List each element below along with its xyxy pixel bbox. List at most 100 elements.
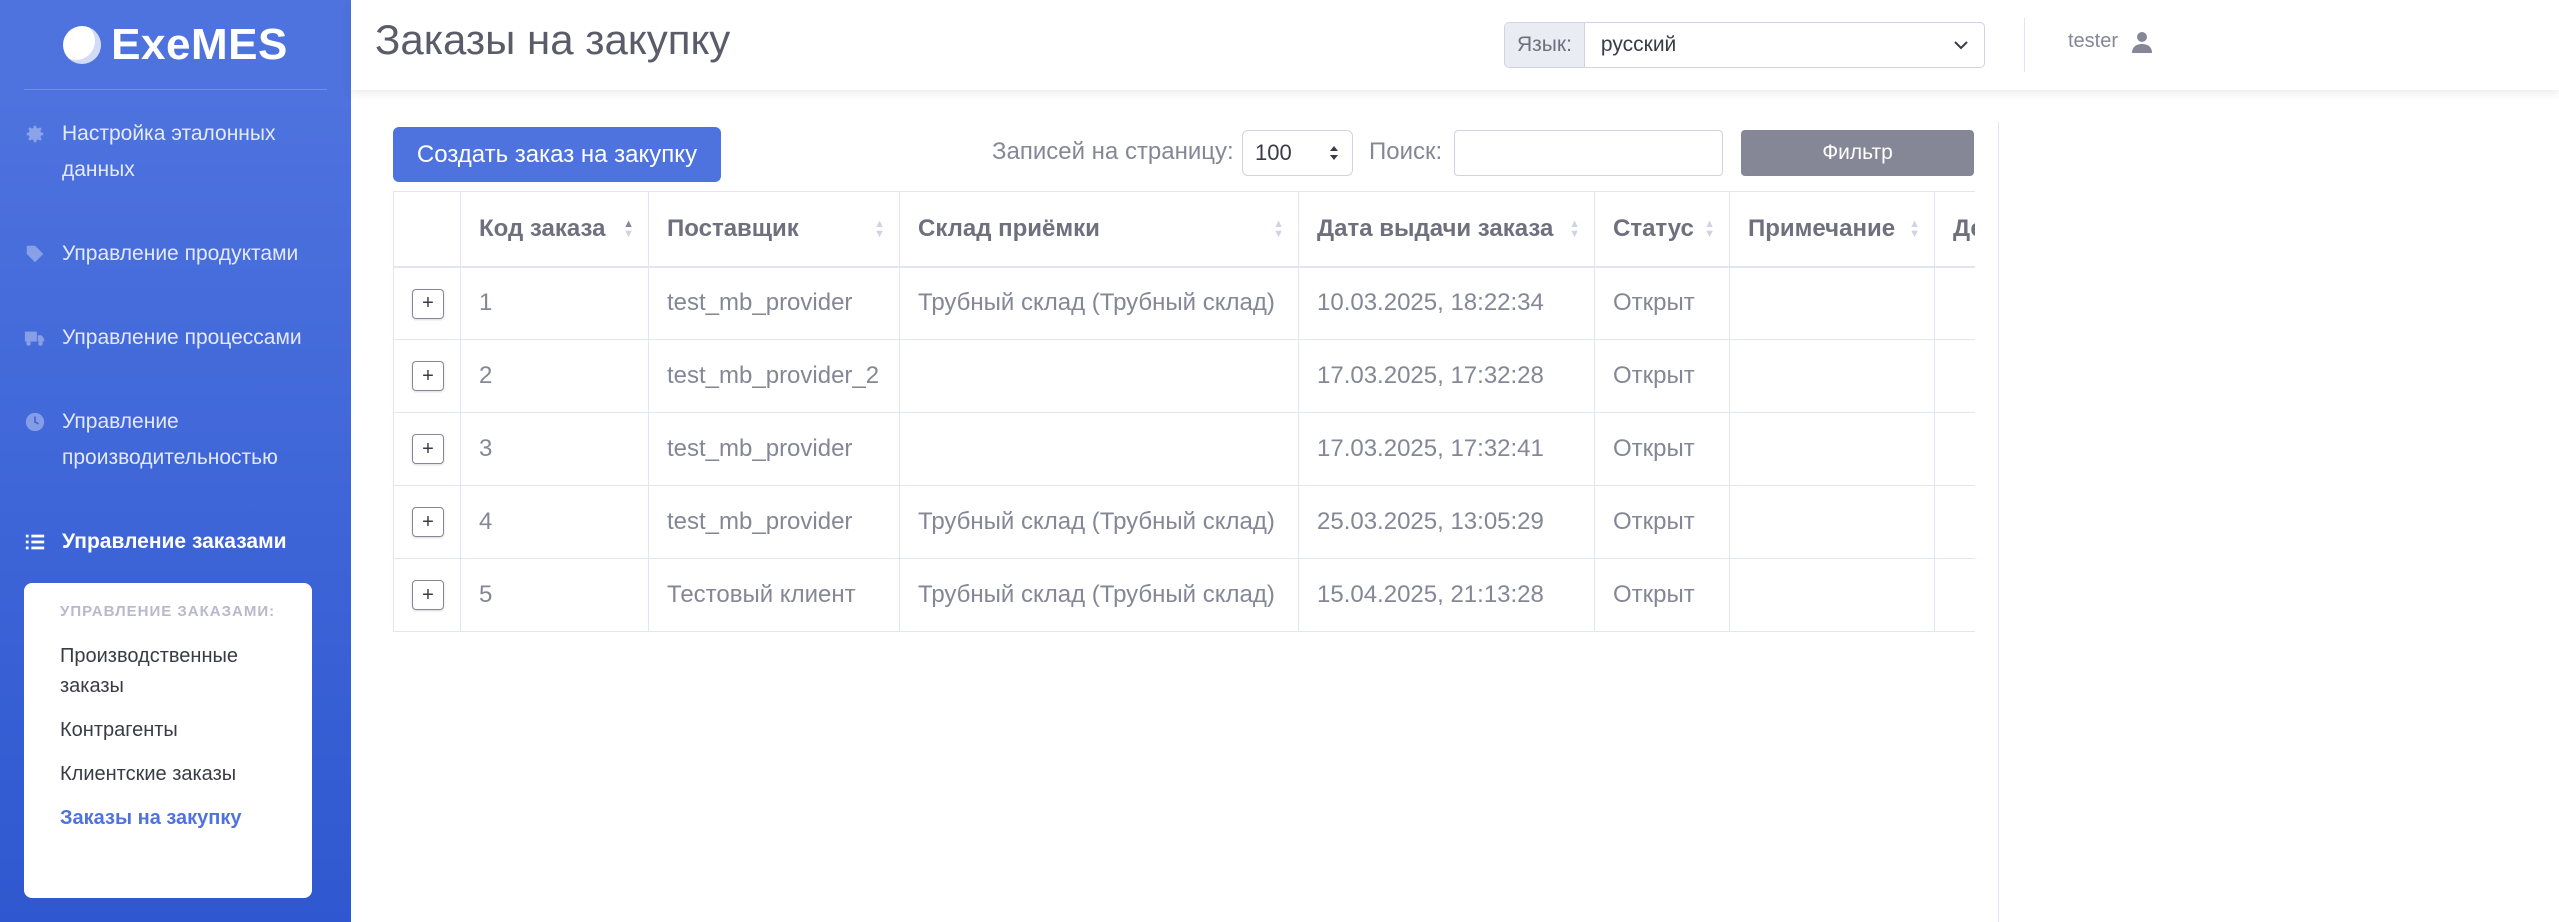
cell-note <box>1729 266 1935 340</box>
cell-status: Открыт <box>1594 266 1730 340</box>
user-name: tester <box>2068 30 2119 52</box>
cell-code: 2 <box>460 339 649 413</box>
column-header-warehouse[interactable]: Склад приёмки ▲ ▼ <box>899 191 1299 268</box>
cell-code: 5 <box>460 558 649 632</box>
search-input[interactable] <box>1454 130 1723 176</box>
table-header-row: Код заказа ▲ ▼ Поставщик ▲ ▼ Склад приёмки ▲ ▼… <box>393 191 1975 268</box>
expand-row-button[interactable]: + <box>412 288 444 319</box>
column-header-expand <box>393 191 461 268</box>
sidebar-item-label: Управление производительностью <box>62 410 278 469</box>
search-label: Поиск: <box>1369 138 1443 165</box>
filter-button[interactable]: Фильтр <box>1741 130 1974 176</box>
per-page-value: 100 <box>1255 140 1292 165</box>
table-row: + 1 test_mb_provider Трубный склад (Труб… <box>393 266 1975 340</box>
sidebar-item-label: Управление заказами <box>62 530 287 553</box>
cell-provider: test_mb_provider <box>648 266 900 340</box>
cell-note <box>1729 558 1935 632</box>
sidebar-item-orders[interactable]: Управление заказами <box>24 524 324 560</box>
submenu-item-production-orders[interactable]: Производственные заказы <box>24 634 312 708</box>
sidebar-item-label: Управление процессами <box>62 326 302 349</box>
cell-truncated <box>1934 266 1975 340</box>
create-purchase-order-button[interactable]: Создать заказ на закупку <box>393 127 721 182</box>
cell-warehouse <box>899 412 1299 486</box>
user-menu[interactable]: tester <box>2068 30 2153 53</box>
submenu-header: УПРАВЛЕНИЕ ЗАКАЗАМИ: <box>60 603 276 620</box>
cell-status: Открыт <box>1594 485 1730 559</box>
sidebar-item-performance[interactable]: Управление производительностью <box>24 404 324 476</box>
gear-icon <box>26 125 44 143</box>
truck-icon <box>24 331 45 346</box>
table-row: + 4 test_mb_provider Трубный склад (Труб… <box>393 485 1975 559</box>
expand-row-button[interactable]: + <box>412 434 444 465</box>
cell-warehouse: Трубный склад (Трубный склад) <box>899 266 1299 340</box>
expand-row-button[interactable]: + <box>412 507 444 538</box>
cell-status: Открыт <box>1594 558 1730 632</box>
cell-status: Открыт <box>1594 412 1730 486</box>
cell-code: 1 <box>460 266 649 340</box>
cell-status: Открыт <box>1594 339 1730 413</box>
per-page-label: Записей на страницу: <box>992 138 1234 165</box>
orders-submenu: УПРАВЛЕНИЕ ЗАКАЗАМИ: Производственные за… <box>24 583 312 898</box>
table-row: + 2 test_mb_provider_2 17.03.2025, 17:32… <box>393 339 1975 413</box>
cell-note <box>1729 412 1935 486</box>
expand-row-button[interactable]: + <box>412 580 444 611</box>
cell-warehouse: Трубный склад (Трубный склад) <box>899 558 1299 632</box>
cell-provider: Тестовый клиент <box>648 558 900 632</box>
sort-updown-icon <box>1330 146 1338 160</box>
list-icon <box>25 534 45 550</box>
cell-provider: test_mb_provider <box>648 412 900 486</box>
column-header-code[interactable]: Код заказа ▲ ▼ <box>460 191 649 268</box>
sort-icon: ▲ ▼ <box>874 217 885 240</box>
sort-icon: ▲ ▼ <box>1704 217 1715 240</box>
column-header-truncated[interactable]: Де <box>1934 191 1975 268</box>
sidebar-item-label: Управление продуктами <box>62 242 299 265</box>
column-header-date[interactable]: Дата выдачи заказа ▲ ▼ <box>1298 191 1595 268</box>
cell-truncated <box>1934 339 1975 413</box>
cell-note <box>1729 485 1935 559</box>
sort-icon: ▲ ▼ <box>1909 217 1920 240</box>
submenu-item-client-orders[interactable]: Клиентские заказы <box>24 752 312 796</box>
brand-logo-icon <box>63 25 102 64</box>
sidebar: ExeMES Настройка эталонных данных Управл… <box>0 0 351 922</box>
sidebar-item-products[interactable]: Управление продуктами <box>24 236 324 272</box>
cell-warehouse: Трубный склад (Трубный склад) <box>899 485 1299 559</box>
cell-date: 17.03.2025, 17:32:28 <box>1298 339 1595 413</box>
topbar-divider <box>2024 18 2025 72</box>
cell-provider: test_mb_provider_2 <box>648 339 900 413</box>
language-dropdown[interactable]: русский <box>1585 23 1984 67</box>
tag-icon <box>26 245 44 263</box>
sort-icon: ▲ ▼ <box>1569 217 1580 240</box>
sort-icon: ▲ ▼ <box>623 217 634 240</box>
column-header-provider[interactable]: Поставщик ▲ ▼ <box>648 191 900 268</box>
cell-code: 4 <box>460 485 649 559</box>
cell-truncated <box>1934 412 1975 486</box>
submenu-item-counterparties[interactable]: Контрагенты <box>24 708 312 752</box>
column-header-note[interactable]: Примечание ▲ ▼ <box>1729 191 1935 268</box>
sidebar-item-label: Настройка эталонных данных <box>62 122 276 181</box>
sidebar-item-reference-data[interactable]: Настройка эталонных данных <box>24 116 324 188</box>
table-row: + 5 Тестовый клиент Трубный склад (Трубн… <box>393 558 1975 632</box>
clock-icon <box>25 412 45 432</box>
cell-date: 17.03.2025, 17:32:41 <box>1298 412 1595 486</box>
brand-name: ExeMES <box>111 19 288 69</box>
column-header-status[interactable]: Статус ▲ ▼ <box>1594 191 1730 268</box>
sidebar-item-processes[interactable]: Управление процессами <box>24 320 324 356</box>
language-value: русский <box>1600 33 1677 56</box>
expand-row-button[interactable]: + <box>412 361 444 392</box>
per-page-select[interactable]: 100 <box>1242 130 1353 176</box>
topbar: Заказы на закупку <box>351 0 2559 90</box>
cell-date: 25.03.2025, 13:05:29 <box>1298 485 1595 559</box>
chevron-down-icon <box>1954 41 1968 50</box>
language-select[interactable]: Язык: русский <box>1504 22 1985 68</box>
page-title: Заказы на закупку <box>375 16 731 63</box>
brand[interactable]: ExeMES <box>24 0 327 90</box>
cell-note <box>1729 339 1935 413</box>
purchase-orders-table: Код заказа ▲ ▼ Поставщик ▲ ▼ Склад приёмки ▲ ▼… <box>393 191 1975 633</box>
cell-code: 3 <box>460 412 649 486</box>
cell-date: 10.03.2025, 18:22:34 <box>1298 266 1595 340</box>
submenu-item-purchase-orders[interactable]: Заказы на закупку <box>24 796 312 840</box>
cell-truncated <box>1934 485 1975 559</box>
sort-icon: ▲ ▼ <box>1273 217 1284 240</box>
cell-warehouse <box>899 339 1299 413</box>
language-label: Язык: <box>1505 23 1585 67</box>
